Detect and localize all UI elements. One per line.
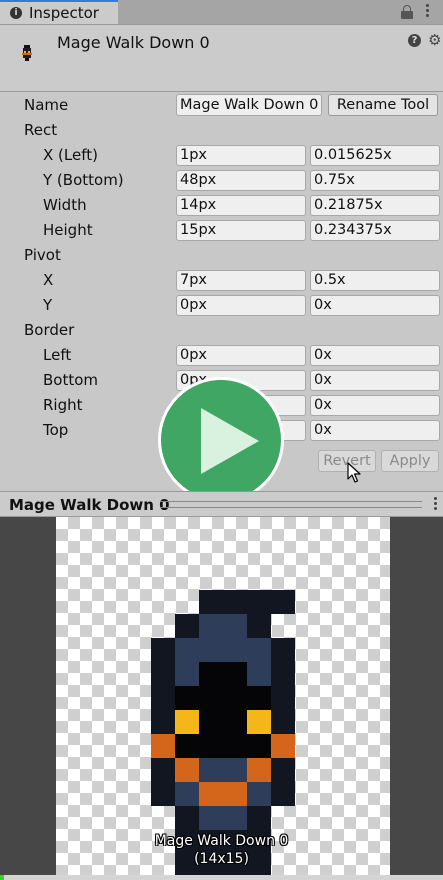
name-label: Name [24,96,69,114]
cursor-icon [347,462,361,483]
name-field[interactable]: Mage Walk Down 0 [176,94,322,116]
sprite-preview: Mage Walk Down 0 (14x15) [0,517,443,875]
object-title: Mage Walk Down 0 [57,33,210,52]
rename-tool-button[interactable]: Rename Tool [328,94,438,116]
border-left-label: Left [43,346,72,364]
rect-height-px-field[interactable]: 15px [176,220,306,241]
rect-y-label: Y (Bottom) [43,171,124,189]
sprite-thumbnail-icon [22,45,32,61]
tab-inspector[interactable]: i Inspector [0,0,118,24]
rect-width-norm-field[interactable]: 0.21875x [310,195,440,216]
border-top-norm-field[interactable]: 0x [310,420,440,441]
border-section-label: Border [24,321,75,339]
border-bottom-label: Bottom [43,371,99,389]
pivot-y-norm-field[interactable]: 0x [310,295,440,316]
play-button[interactable] [158,377,284,503]
help-icon[interactable]: ? [408,34,421,47]
preview-caption-name: Mage Walk Down 0 [154,833,289,849]
border-top-label: Top [43,421,69,439]
resize-grip[interactable] [160,501,422,508]
rect-y-px-field[interactable]: 48px [176,170,306,191]
kebab-menu-icon[interactable] [426,4,430,20]
rect-width-px-field[interactable]: 14px [176,195,306,216]
rect-width-label: Width [43,196,87,214]
rect-section-label: Rect [24,121,58,139]
rect-x-px-field[interactable]: 1px [176,145,306,166]
pivot-x-label: X [43,271,54,289]
pivot-x-norm-field[interactable]: 0.5x [310,270,440,291]
preview-title: Mage Walk Down 0 [9,496,170,514]
border-right-label: Right [43,396,83,414]
preview-caption-size: (14x15) [194,851,249,867]
gear-icon[interactable]: ⚙ [428,32,441,48]
info-icon: i [10,7,22,19]
rect-x-label: X (Left) [43,146,98,164]
border-left-px-field[interactable]: 0px [176,345,306,366]
tab-bar: i Inspector [0,0,443,25]
pivot-y-px-field[interactable]: 0px [176,295,306,316]
rect-y-norm-field[interactable]: 0.75x [310,170,440,191]
border-right-norm-field[interactable]: 0x [310,395,440,416]
lock-icon[interactable] [401,5,413,19]
rect-x-norm-field[interactable]: 0.015625x [310,145,440,166]
play-icon [201,408,259,474]
rect-height-norm-field[interactable]: 0.234375x [310,220,440,241]
border-left-norm-field[interactable]: 0x [310,345,440,366]
tab-label: Inspector [29,4,99,22]
preview-kebab-menu-icon[interactable] [434,497,438,513]
pivot-x-px-field[interactable]: 7px [176,270,306,291]
rect-height-label: Height [43,221,93,239]
border-bottom-norm-field[interactable]: 0x [310,370,440,391]
preview-header: Mage Walk Down 0 [0,491,443,517]
pivot-y-label: Y [43,296,53,314]
pivot-section-label: Pivot [24,246,61,264]
status-strip [0,875,443,880]
apply-button[interactable]: Apply [381,450,439,472]
